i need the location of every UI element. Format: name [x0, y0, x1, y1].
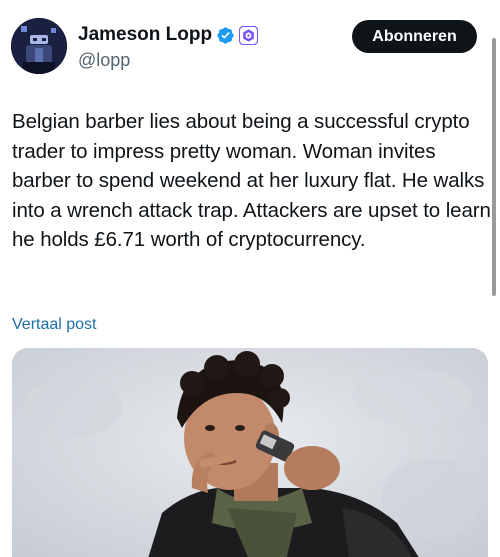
translate-post-link[interactable]: Vertaal post — [12, 316, 97, 334]
affiliate-badge-icon[interactable] — [238, 25, 259, 45]
author-name-row: Jameson Lopp — [78, 24, 259, 46]
tweet-view: Jameson Lopp @lopp Abonneren Belgian bar… — [0, 0, 500, 557]
verified-badge-icon — [216, 26, 235, 45]
tweet-media-photo[interactable] — [12, 348, 488, 557]
scrollbar[interactable] — [492, 38, 496, 296]
tweet-text: Belgian barber lies about being a succes… — [12, 110, 491, 251]
avatar[interactable] — [11, 18, 67, 74]
author-name[interactable]: Jameson Lopp — [78, 24, 212, 46]
author-handle[interactable]: @lopp — [78, 50, 130, 71]
subscribe-button[interactable]: Abonneren — [352, 20, 477, 53]
